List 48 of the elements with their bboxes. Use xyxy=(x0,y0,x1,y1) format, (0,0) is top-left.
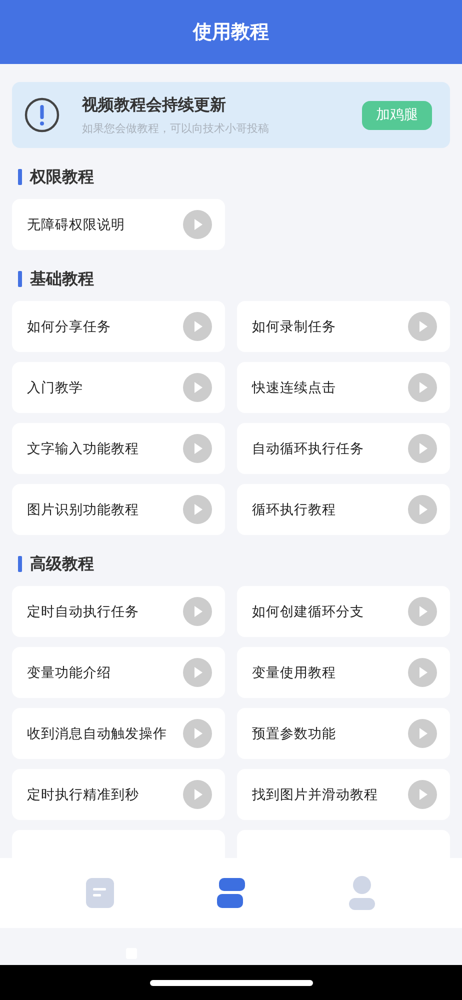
play-icon[interactable] xyxy=(408,780,437,809)
section-title: 权限教程 xyxy=(30,166,94,188)
play-icon[interactable] xyxy=(183,780,212,809)
tutorial-card[interactable]: 循环执行教程 xyxy=(237,484,450,535)
play-icon[interactable] xyxy=(408,719,437,748)
info-icon xyxy=(24,97,60,133)
play-icon[interactable] xyxy=(183,373,212,402)
layers-icon xyxy=(216,878,245,908)
play-icon[interactable] xyxy=(408,597,437,626)
banner-subtitle: 如果您会做教程，可以向技术小哥投稿 xyxy=(82,120,270,136)
tutorial-card[interactable]: 自动循环执行任务 xyxy=(237,423,450,474)
tutorial-card[interactable]: 定时执行精准到秒 xyxy=(12,769,225,820)
tutorial-card[interactable]: 如何录制任务 xyxy=(237,301,450,352)
section-marker xyxy=(18,271,22,287)
tutorial-card[interactable]: 如何分享任务 xyxy=(12,301,225,352)
play-icon[interactable] xyxy=(183,434,212,463)
home-indicator[interactable] xyxy=(150,980,312,986)
play-icon[interactable] xyxy=(183,210,212,239)
person-icon xyxy=(348,876,376,910)
section-marker xyxy=(18,169,22,185)
section-marker xyxy=(18,556,22,572)
tutorial-card[interactable]: 变量使用教程 xyxy=(237,647,450,698)
banner-title: 视频教程会持续更新 xyxy=(82,94,227,116)
play-icon[interactable] xyxy=(408,312,437,341)
play-icon[interactable] xyxy=(408,434,437,463)
tutorial-card[interactable]: 文字输入功能教程 xyxy=(12,423,225,474)
tutorial-card[interactable]: 入门教学 xyxy=(12,362,225,413)
tutorial-card[interactable]: 收到消息自动触发操作 xyxy=(12,708,225,759)
section-title: 高级教程 xyxy=(30,554,94,574)
tutorial-card[interactable]: 快速连续点击 xyxy=(237,362,450,413)
tutorial-card[interactable]: 如何创建循环分支 xyxy=(237,586,450,637)
play-icon[interactable] xyxy=(183,312,212,341)
tutorial-card[interactable]: 预置参数功能 xyxy=(237,708,450,759)
play-icon[interactable] xyxy=(408,495,437,524)
play-icon[interactable] xyxy=(183,597,212,626)
tutorial-card[interactable]: 定时自动执行任务 xyxy=(12,586,225,637)
tutorial-card[interactable]: 变量功能介绍 xyxy=(12,647,225,698)
tutorial-card[interactable]: 图片识别功能教程 xyxy=(12,484,225,535)
play-icon[interactable] xyxy=(183,658,212,687)
play-icon[interactable] xyxy=(183,719,212,748)
play-icon[interactable] xyxy=(183,495,212,524)
play-icon[interactable] xyxy=(408,373,437,402)
tutorial-card[interactable]: 找到图片并滑动教程 xyxy=(237,769,450,820)
page-title: 使用教程 xyxy=(193,20,269,45)
section-title: 基础教程 xyxy=(30,268,94,290)
play-icon[interactable] xyxy=(408,658,437,687)
document-icon xyxy=(86,878,114,908)
tutorial-card[interactable]: 无障碍权限说明 xyxy=(12,199,225,250)
